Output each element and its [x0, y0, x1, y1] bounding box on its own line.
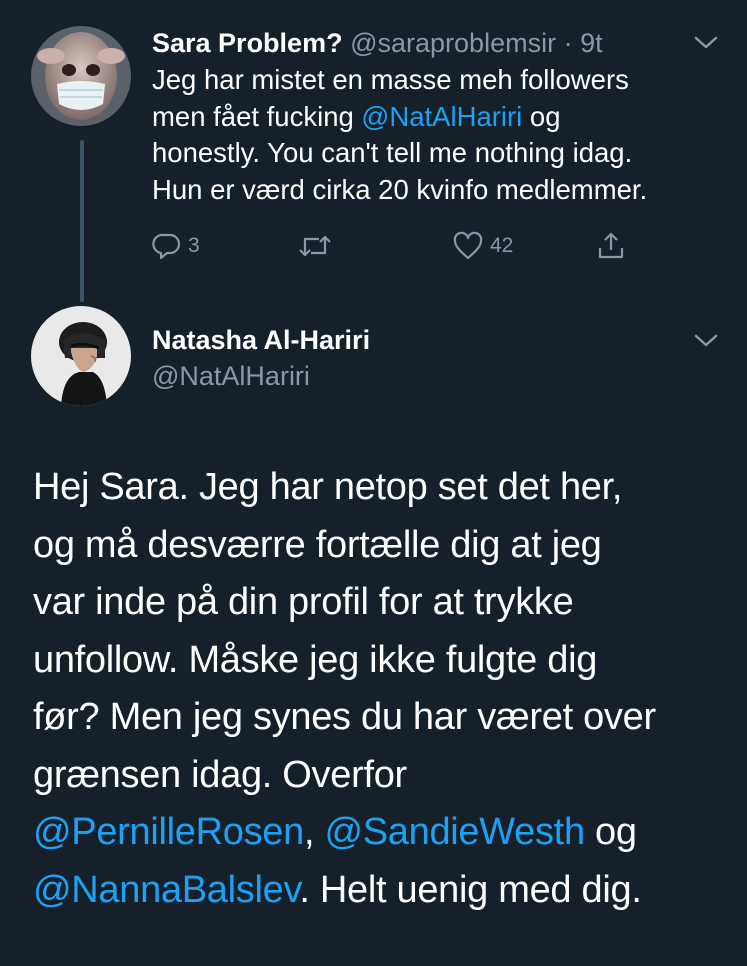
tweet-text-line: unfollow. Måske jeg ikke fulgte dig [33, 638, 598, 681]
tweet-text-line: @PernilleRosen, @SandieWesth og [33, 804, 723, 862]
tweet-actions: 3 42 [152, 228, 642, 264]
closing-text: . Helt uenig med dig. [299, 868, 642, 911]
mention-link[interactable]: @NatAlHariri [361, 101, 522, 132]
avatar[interactable] [31, 306, 131, 406]
retweet-icon [299, 235, 331, 257]
tweet-text-line: før? Men jeg synes du har været over [33, 696, 656, 738]
thread-connector-line [80, 140, 84, 302]
like-count: 42 [490, 234, 514, 257]
tweet-text-line: og [522, 100, 561, 132]
separator-text: , [303, 811, 325, 853]
display-name[interactable]: Natasha Al-Hariri [152, 323, 370, 357]
avatar[interactable] [31, 26, 131, 126]
tweet-text: Hej Sara. Jeg har netop set det her, og … [33, 459, 723, 919]
like-button[interactable]: 42 [452, 228, 513, 264]
tweet-text-line: honestly. You can't tell me nothing idag… [152, 137, 633, 168]
timestamp[interactable]: 9t [580, 28, 603, 58]
tweet-text-line: Hun er værd cirka 20 kvinfo medlemmer. [152, 173, 648, 205]
reply-button[interactable]: 3 [152, 228, 200, 264]
mention-link[interactable]: @NannaBalslev [33, 869, 300, 911]
tweet-text-line: og må desværre fortælle dig at jeg [33, 523, 602, 566]
tweet-text-line: grænsen idag. Overfor [33, 753, 407, 796]
user-handle[interactable]: @saraproblemsir [350, 28, 556, 58]
conjunction-text: og [584, 811, 637, 853]
share-button[interactable] [596, 228, 626, 264]
tweet-text-line: Hej Sara. Jeg har netop set det her, [33, 466, 623, 508]
chevron-down-icon[interactable] [693, 34, 719, 52]
mention-link[interactable]: @SandieWesth [324, 811, 585, 853]
separator-dot: · [563, 28, 573, 58]
reply-count: 3 [188, 234, 200, 257]
tweet-thread: Sara Problem? @saraproblemsir · 9t Jeg h… [0, 0, 747, 966]
retweet-button[interactable] [297, 228, 333, 264]
user-handle[interactable]: @NatAlHariri [152, 359, 310, 393]
tweet-text-line: Jeg har mistet en masse meh followers [152, 64, 629, 95]
chevron-down-icon[interactable] [693, 332, 719, 350]
tweet-text: Jeg har mistet en masse meh followers me… [152, 62, 722, 208]
reply-icon [152, 233, 181, 260]
share-icon [598, 232, 624, 259]
tweet-text-line: var inde på din profil for at trykke [33, 581, 574, 623]
tweet-header: Sara Problem? @saraproblemsir · 9t [152, 26, 603, 60]
display-name[interactable]: Sara Problem? [152, 28, 343, 58]
tweet-text-line: @NannaBalslev. Helt uenig med dig. [33, 862, 723, 920]
tweet-text-line: men fået fucking [152, 100, 362, 132]
mention-link[interactable]: @PernilleRosen [33, 811, 304, 853]
heart-icon [453, 231, 483, 260]
